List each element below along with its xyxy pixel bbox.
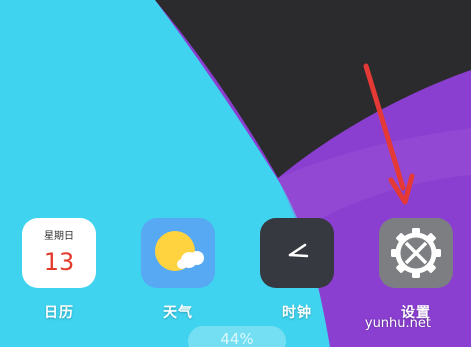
settings-icon	[379, 218, 453, 288]
clock-hands-icon	[288, 243, 309, 258]
calendar-day: 13	[43, 248, 75, 276]
battery-indicator: 44%	[188, 326, 286, 356]
app-label-clock: 时钟	[282, 305, 312, 321]
app-calendar[interactable]: 星期日 13 日历	[22, 218, 96, 322]
watermark: yunhu.net	[364, 316, 431, 331]
app-weather[interactable]: 天气	[141, 218, 215, 322]
app-label-calendar: 日历	[44, 305, 74, 321]
weather-icon	[141, 218, 215, 288]
app-clock[interactable]: 时钟	[260, 218, 334, 322]
sun-cloud-icon	[155, 231, 204, 271]
app-settings[interactable]: 设置	[379, 218, 453, 322]
clock-icon	[260, 218, 334, 288]
gear-icon	[391, 228, 441, 278]
calendar-icon: 星期日 13	[22, 218, 96, 288]
calendar-weekday: 星期日	[44, 231, 74, 242]
app-label-weather: 天气	[163, 305, 193, 321]
